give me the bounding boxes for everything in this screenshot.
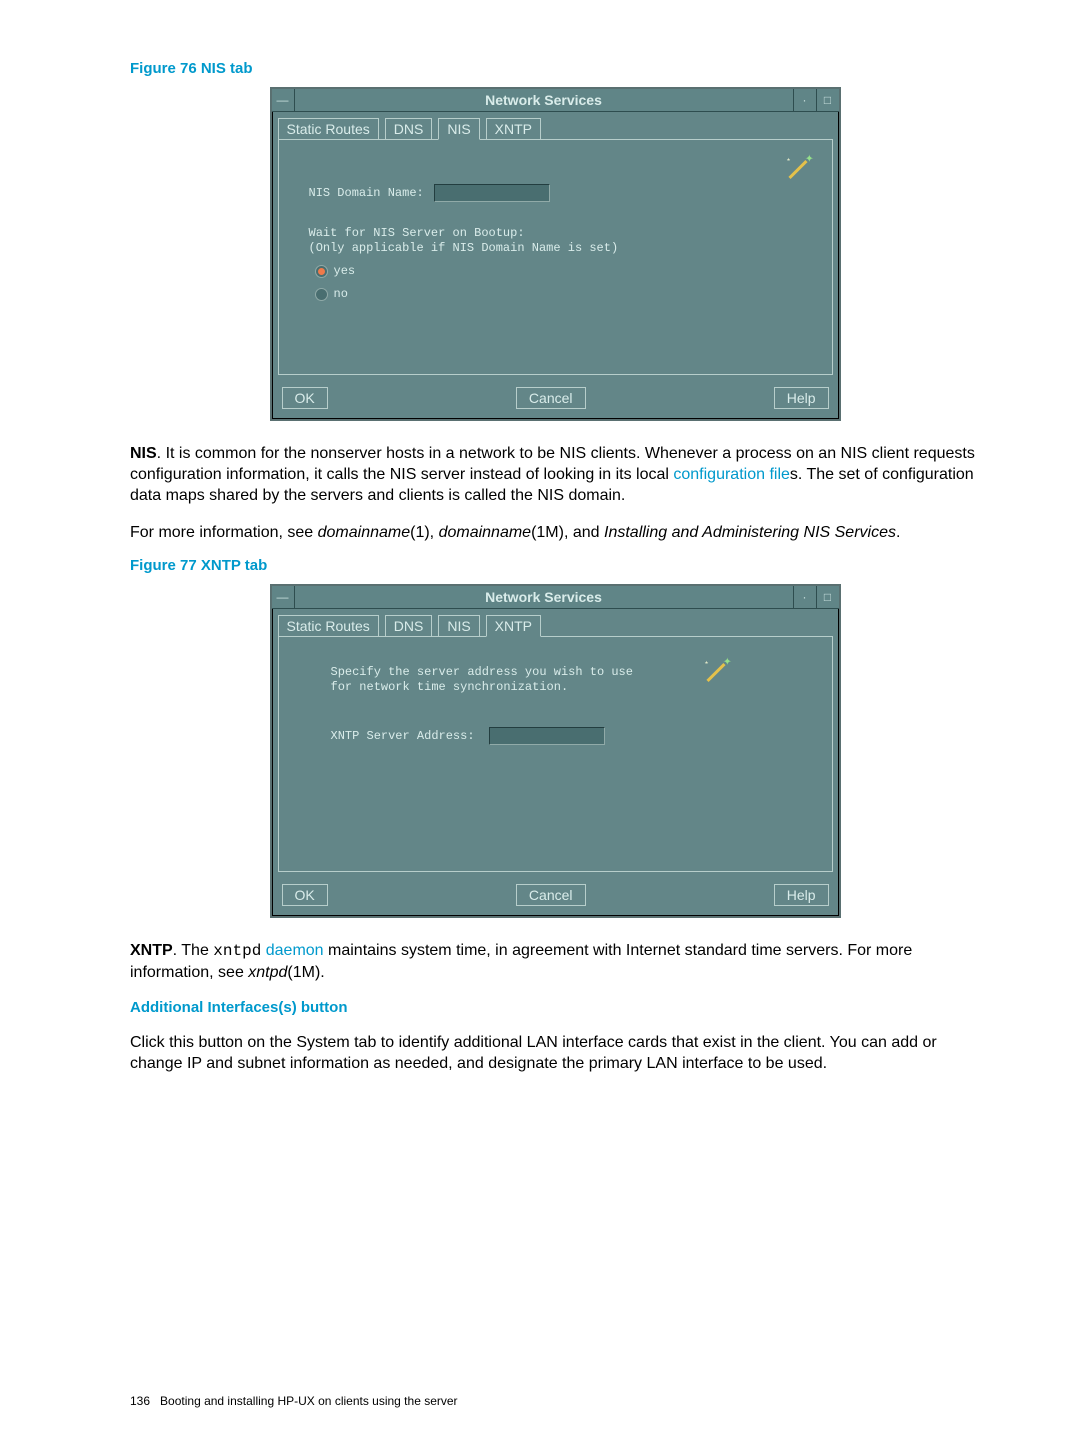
nis-domain-input[interactable] [434, 184, 550, 202]
help-button[interactable]: Help [774, 387, 829, 409]
figure-76-caption: Figure 76 NIS tab [130, 60, 980, 77]
additional-interfaces-heading: Additional Interfaces(s) button [130, 999, 980, 1016]
additional-interfaces-paragraph: Click this button on the System tab to i… [130, 1032, 980, 1074]
xntp-address-input[interactable] [489, 727, 605, 745]
window-title: Network Services [295, 89, 793, 111]
radio-yes[interactable]: yes [315, 264, 812, 279]
tab-xntp[interactable]: XNTP [486, 615, 541, 637]
xntp-paragraph: XNTP. The xntpd daemon maintains system … [130, 940, 980, 983]
xntp-address-label: XNTP Server Address: [331, 729, 475, 744]
maximize-icon[interactable]: □ [816, 89, 839, 111]
radio-dot-icon [315, 265, 328, 278]
radio-dot-icon [315, 288, 328, 301]
ok-button[interactable]: OK [282, 884, 328, 906]
radio-no-label: no [334, 287, 348, 302]
wait-label-1: Wait for NIS Server on Bootup: [309, 226, 812, 241]
tab-nis[interactable]: NIS [438, 118, 479, 140]
nis-paragraph-2: For more information, see domainname(1),… [130, 522, 980, 543]
page-footer: 136 Booting and installing HP-UX on clie… [130, 1394, 458, 1408]
radio-yes-label: yes [334, 264, 356, 279]
cancel-button[interactable]: Cancel [516, 387, 586, 409]
tab-dns[interactable]: DNS [385, 615, 433, 637]
figure-77-caption: Figure 77 XNTP tab [130, 557, 980, 574]
wait-label-2: (Only applicable if NIS Domain Name is s… [309, 241, 812, 256]
nis-paragraph: NIS. It is common for the nonserver host… [130, 443, 980, 506]
window-menu-icon[interactable]: — [272, 89, 295, 111]
nis-window: — Network Services · □ Static Routes DNS… [270, 87, 841, 421]
minimize-icon[interactable]: · [793, 586, 816, 608]
wizard-icon: ⋆✦ [702, 653, 736, 687]
wizard-icon: ⋆✦ [784, 150, 818, 184]
configuration-file-link[interactable]: configuration file [673, 466, 790, 483]
help-button[interactable]: Help [774, 884, 829, 906]
tab-dns[interactable]: DNS [385, 118, 433, 140]
window-menu-icon[interactable]: — [272, 586, 295, 608]
maximize-icon[interactable]: □ [816, 586, 839, 608]
nis-domain-label: NIS Domain Name: [309, 186, 424, 201]
xntp-desc-2: for network time synchronization. [331, 680, 812, 695]
tab-xntp[interactable]: XNTP [486, 118, 541, 140]
cancel-button[interactable]: Cancel [516, 884, 586, 906]
radio-no[interactable]: no [315, 287, 812, 302]
window-title: Network Services [295, 586, 793, 608]
daemon-link[interactable]: daemon [261, 942, 323, 959]
ok-button[interactable]: OK [282, 387, 328, 409]
xntp-window: — Network Services · □ Static Routes DNS… [270, 584, 841, 918]
tab-nis[interactable]: NIS [438, 615, 479, 637]
xntp-desc-1: Specify the server address you wish to u… [331, 665, 812, 680]
tab-static-routes[interactable]: Static Routes [278, 118, 379, 140]
minimize-icon[interactable]: · [793, 89, 816, 111]
tab-static-routes[interactable]: Static Routes [278, 615, 379, 637]
